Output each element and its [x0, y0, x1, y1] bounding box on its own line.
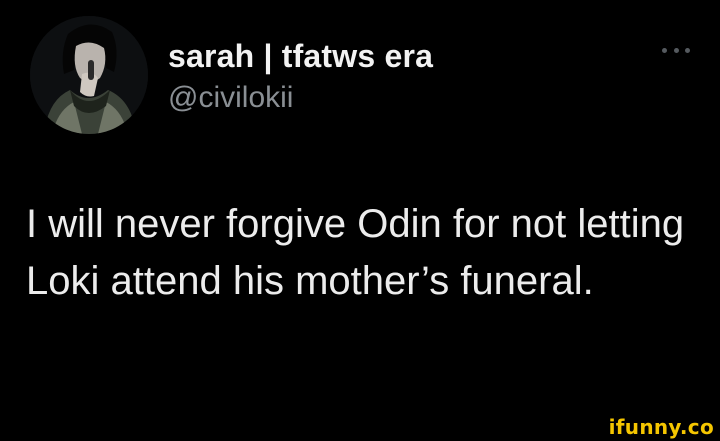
tweet-text: I will never forgive Odin for not lettin… [26, 202, 685, 303]
avatar-portrait-image [30, 16, 148, 134]
tweet-author: sarah | tfatws era @civilokii [168, 38, 433, 115]
more-dot [685, 47, 690, 53]
more-horizontal-icon[interactable] [662, 44, 690, 56]
tweet-header: sarah | tfatws era @civilokii [30, 16, 690, 146]
more-dot [673, 47, 679, 53]
tweet-card: sarah | tfatws era @civilokii I will nev… [0, 0, 720, 441]
display-name[interactable]: sarah | tfatws era [168, 38, 433, 75]
more-dot [662, 47, 667, 53]
user-handle[interactable]: @civilokii [168, 81, 433, 115]
avatar[interactable] [30, 16, 148, 134]
ifunny-watermark: ifunny.co [608, 415, 714, 439]
